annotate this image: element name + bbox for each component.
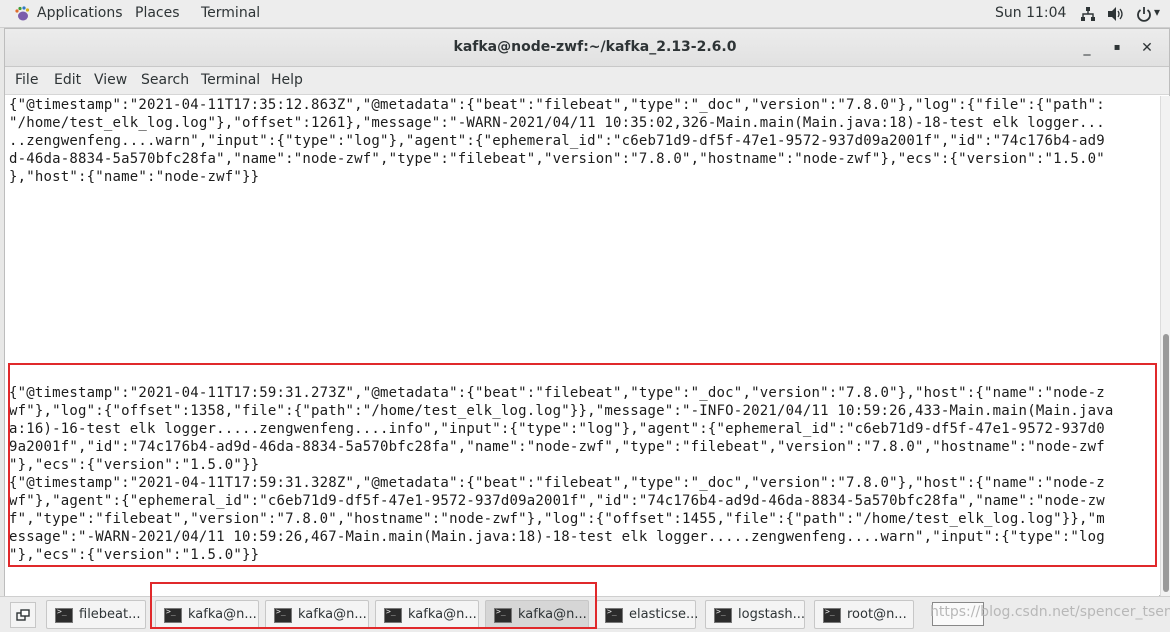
terminal-app-menu[interactable]: Terminal: [201, 5, 260, 21]
task-label: filebeat...: [79, 607, 141, 622]
terminal-line: "/home/test_elk_log.log"},"offset":1261}…: [9, 115, 1105, 131]
menu-edit[interactable]: Edit: [54, 72, 81, 88]
terminal-line: d-46da-8834-5a570bfc28fa","name":"node-z…: [9, 151, 1105, 167]
menu-help[interactable]: Help: [271, 72, 303, 88]
terminal-icon: [714, 607, 732, 623]
power-icon[interactable]: [1136, 6, 1152, 22]
task-logstash[interactable]: logstash...: [705, 600, 805, 629]
top-panel: Applications Places Terminal Sun 11:04 ▾: [0, 0, 1170, 28]
menu-file[interactable]: File: [15, 72, 38, 88]
task-label: logstash...: [738, 607, 806, 622]
task-filebeat[interactable]: filebeat...: [46, 600, 146, 629]
maximize-button[interactable]: ▪: [1107, 38, 1127, 58]
menubar: File Edit View Search Terminal Help: [5, 67, 1169, 95]
close-button[interactable]: ✕: [1137, 38, 1157, 58]
terminal-icon: [823, 607, 841, 623]
terminal-line: ..zengwenfeng....warn","input":{"type":"…: [9, 133, 1105, 149]
terminal-line: },"host":{"name":"node-zwf"}}: [9, 169, 260, 185]
highlight-box-kafka-tasks: [150, 582, 597, 629]
terminal-line: {"@timestamp":"2021-04-11T17:35:12.863Z"…: [9, 97, 1105, 113]
gnome-foot-icon: [15, 6, 30, 21]
titlebar[interactable]: kafka@node-zwf:~/kafka_2.13-2.6.0 _ ▪ ✕: [5, 29, 1169, 67]
chevron-down-icon[interactable]: ▾: [1154, 5, 1160, 19]
network-icon[interactable]: [1080, 6, 1096, 22]
menu-search[interactable]: Search: [141, 72, 189, 88]
task-label: root@n...: [847, 607, 907, 622]
show-desktop-button[interactable]: [10, 602, 36, 628]
window-title: kafka@node-zwf:~/kafka_2.13-2.6.0: [453, 39, 737, 55]
desktop-icon: [16, 609, 30, 621]
clock[interactable]: Sun 11:04: [995, 5, 1066, 21]
places-menu[interactable]: Places: [135, 5, 180, 21]
highlight-box-new-messages: [8, 363, 1157, 567]
terminal-icon: [605, 607, 623, 623]
terminal-scrollbar[interactable]: [1160, 96, 1170, 596]
task-root[interactable]: root@n...: [814, 600, 914, 629]
minimize-button[interactable]: _: [1077, 38, 1097, 58]
menu-view[interactable]: View: [94, 72, 127, 88]
applications-menu[interactable]: Applications: [37, 5, 123, 21]
task-label: elasticse...: [629, 607, 699, 622]
task-elasticsearch[interactable]: elasticse...: [596, 600, 699, 629]
terminal-icon: [55, 607, 73, 623]
volume-icon[interactable]: [1107, 6, 1125, 22]
menu-terminal[interactable]: Terminal: [201, 72, 260, 88]
scrollbar-thumb[interactable]: [1163, 334, 1169, 592]
watermark: https://blog.csdn.net/spencer_tseng: [930, 604, 1170, 620]
